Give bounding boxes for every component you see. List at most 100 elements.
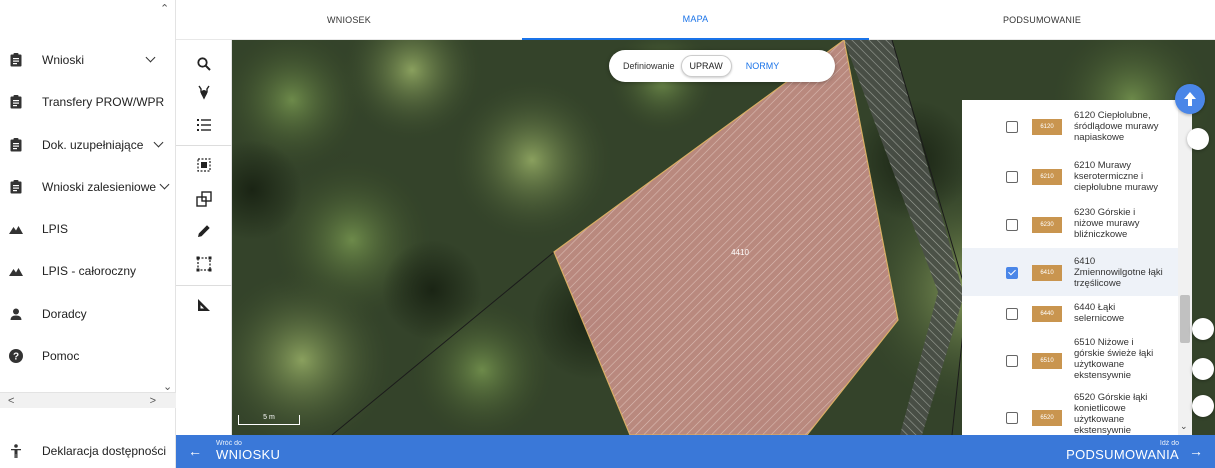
crop-icon[interactable] bbox=[194, 254, 214, 274]
back-small-label: Wróć do bbox=[216, 440, 242, 447]
legend-item[interactable]: 6510 6510 Niżowe i górskie świeże łąki u… bbox=[962, 334, 1180, 390]
next-big-label: PODSUMOWANIA bbox=[1066, 447, 1179, 462]
parcel-label: 4410 bbox=[731, 248, 749, 257]
person-icon bbox=[8, 306, 24, 322]
toggle-label: Definiowanie bbox=[623, 61, 675, 71]
legend-checkbox[interactable] bbox=[1006, 171, 1018, 183]
legend-text: 6230 Górskie i niżowe murawy bliźniczkow… bbox=[1074, 207, 1140, 240]
measure-angle-icon[interactable] bbox=[194, 295, 214, 315]
map-control-button[interactable] bbox=[1187, 128, 1209, 150]
sidebar-item-label: Transfery PROW/WPR bbox=[42, 95, 165, 109]
sidebar: ⌃ Wnioski Transfery PROW/WPR Dok. uzupeł… bbox=[0, 0, 176, 468]
clipboard-icon bbox=[8, 179, 24, 195]
map-control-button[interactable] bbox=[1192, 395, 1214, 417]
help-icon: ? bbox=[8, 348, 24, 364]
tab-wniosek[interactable]: WNIOSEK bbox=[176, 0, 522, 40]
step-navigation-bar: ← Wróć do WNIOSKU Idź do PODSUMOWANIA → bbox=[176, 435, 1215, 468]
clipboard-icon bbox=[8, 52, 24, 68]
chevron-down-icon bbox=[153, 137, 164, 148]
sidebar-item-label: Pomoc bbox=[42, 349, 80, 363]
sidebar-item-wnioski[interactable]: Wnioski bbox=[0, 40, 176, 80]
terrain-icon bbox=[8, 263, 24, 279]
map-control-button[interactable] bbox=[1192, 358, 1214, 380]
tab-podsumowanie[interactable]: PODSUMOWANIE bbox=[869, 0, 1215, 40]
sidebar-item-transfery[interactable]: Transfery PROW/WPR bbox=[0, 82, 176, 122]
legend-swatch: 6440 bbox=[1032, 306, 1062, 322]
legend-item[interactable]: 6440 6440 Łąki selernicowe bbox=[962, 296, 1180, 334]
pencil-icon[interactable] bbox=[194, 221, 214, 241]
legend-checkbox[interactable] bbox=[1006, 219, 1018, 231]
svg-text:?: ? bbox=[13, 352, 19, 363]
legend-checkbox[interactable] bbox=[1006, 412, 1018, 424]
copy-icon[interactable] bbox=[194, 189, 214, 209]
accessibility-declaration-label: Deklaracja dostępności bbox=[42, 444, 167, 458]
sidebar-item-lpis-caloroczny[interactable]: LPIS - całoroczny bbox=[0, 251, 176, 291]
scroll-left-icon[interactable]: < bbox=[8, 395, 14, 407]
toolbar-divider bbox=[176, 285, 232, 286]
sidebar-item-label: LPIS - całoroczny bbox=[42, 264, 137, 278]
toolbar-divider bbox=[176, 145, 232, 146]
next-small-label: Idź do bbox=[1159, 440, 1179, 447]
sidebar-item-wnioski-zalesieniowe[interactable]: Wnioski zalesieniowe bbox=[0, 167, 176, 207]
legend-item[interactable]: 6520 6520 Górskie łąki konietlicowe użyt… bbox=[962, 390, 1180, 435]
map-toolbar bbox=[176, 40, 232, 435]
map-view[interactable]: 4410 5 m Definiowanie UPRAW NORMY 6120 6… bbox=[232, 40, 1215, 435]
back-to-wniosek-button[interactable]: ← Wróć do WNIOSKU bbox=[188, 440, 280, 462]
sidebar-item-lpis[interactable]: LPIS bbox=[0, 209, 176, 249]
north-arrow-button[interactable] bbox=[1175, 84, 1205, 114]
arrow-left-icon: ← bbox=[188, 443, 202, 459]
map-scale-bar: 5 m bbox=[238, 414, 300, 425]
definition-mode-toggle: Definiowanie UPRAW NORMY bbox=[609, 50, 835, 82]
legend-checkbox[interactable] bbox=[1006, 355, 1018, 367]
legend-checkbox[interactable] bbox=[1006, 308, 1018, 320]
legend-text: 6440 Łąki selernicowe bbox=[1074, 302, 1125, 324]
sidebar-item-label: Doradcy bbox=[42, 307, 87, 321]
legend-swatch: 6410 bbox=[1032, 265, 1062, 281]
legend-text: 6210 Murawy kserotermiczne i ciepłolubne… bbox=[1074, 160, 1158, 193]
legend-swatch: 6230 bbox=[1032, 217, 1062, 233]
arrow-up-icon bbox=[1184, 92, 1196, 106]
tab-mapa[interactable]: MAPA bbox=[522, 0, 869, 40]
sidebar-horizontal-scrollbar[interactable]: < > bbox=[0, 392, 176, 408]
scroll-up-icon[interactable]: ⌃ bbox=[160, 2, 169, 15]
scale-label: 5 m bbox=[263, 414, 275, 421]
legend-item[interactable]: 6120 6120 Ciepłolubne, śródlądowe murawy… bbox=[962, 100, 1180, 152]
legend-text: 6510 Niżowe i górskie świeże łąki użytko… bbox=[1074, 337, 1154, 381]
map-control-button[interactable] bbox=[1192, 318, 1214, 340]
legend-swatch: 6510 bbox=[1032, 353, 1062, 369]
legend-item-selected[interactable]: 6410 6410 Zmiennowilgotne łąki trzęślico… bbox=[962, 248, 1180, 296]
scroll-down-icon[interactable]: ⌄ bbox=[1180, 421, 1188, 432]
terrain-icon bbox=[8, 221, 24, 237]
legend-item[interactable]: 6210 6210 Murawy kserotermiczne i ciepło… bbox=[962, 152, 1180, 202]
select-area-icon[interactable] bbox=[194, 155, 214, 175]
go-to-podsumowanie-button[interactable]: Idź do PODSUMOWANIA → bbox=[1066, 440, 1203, 462]
back-big-label: WNIOSKU bbox=[216, 447, 281, 462]
legend-swatch: 6520 bbox=[1032, 410, 1062, 426]
legend-swatch: 6120 bbox=[1032, 119, 1062, 135]
chevron-down-icon bbox=[159, 179, 170, 190]
pin-icon[interactable] bbox=[194, 83, 214, 103]
sidebar-item-pomoc[interactable]: ? Pomoc bbox=[0, 336, 176, 376]
legend-text: 6520 Górskie łąki konietlicowe użytkowan… bbox=[1074, 392, 1148, 435]
legend-checkbox[interactable] bbox=[1006, 121, 1018, 133]
chevron-down-icon bbox=[145, 52, 156, 63]
accessibility-declaration-link[interactable]: Deklaracja dostępności bbox=[0, 434, 176, 468]
toggle-option-normy[interactable]: NORMY bbox=[738, 56, 788, 76]
scroll-right-icon[interactable]: > bbox=[150, 395, 156, 407]
accessibility-icon bbox=[8, 444, 24, 458]
sidebar-item-label: Dok. uzupełniające bbox=[42, 138, 144, 152]
legend-swatch: 6210 bbox=[1032, 169, 1062, 185]
clipboard-icon bbox=[8, 94, 24, 110]
scrollbar-thumb[interactable] bbox=[1180, 295, 1190, 343]
legend-scrollbar[interactable]: ⌃ ⌄ bbox=[1178, 100, 1192, 435]
arrow-right-icon: → bbox=[1189, 443, 1203, 459]
list-icon[interactable] bbox=[194, 115, 214, 135]
legend-checkbox-checked[interactable] bbox=[1006, 267, 1018, 279]
sidebar-item-dok-uzupelniajace[interactable]: Dok. uzupełniające bbox=[0, 125, 176, 165]
search-icon[interactable] bbox=[194, 54, 214, 74]
sidebar-item-doradcy[interactable]: Doradcy bbox=[0, 294, 176, 334]
sidebar-item-label: LPIS bbox=[42, 222, 69, 236]
legend-item[interactable]: 6230 6230 Górskie i niżowe murawy bliźni… bbox=[962, 202, 1180, 248]
toggle-option-upraw[interactable]: UPRAW bbox=[680, 55, 732, 77]
legend-text: 6120 Ciepłolubne, śródlądowe murawy napi… bbox=[1074, 110, 1159, 143]
